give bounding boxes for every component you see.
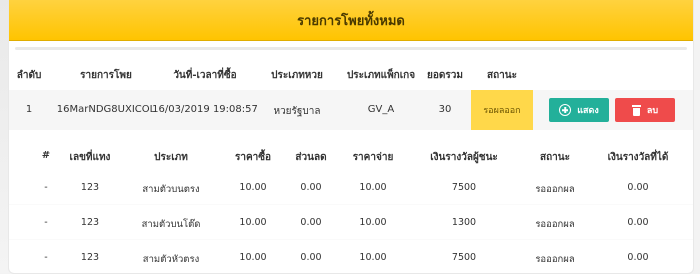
col-slip-header: รายการโพย — [80, 70, 132, 81]
status-badge-label: รอผลออก — [483, 106, 521, 116]
detail-row: - 123 สามตัวหัวตรง 10.00 0.00 10.00 7500… — [9, 239, 693, 273]
col-number-header: เลขที่แทง — [69, 152, 111, 163]
col-lottery-type-header: ประเภทหวย — [271, 70, 323, 81]
detail-hash: - — [44, 217, 48, 228]
table-row[interactable]: 1 16MarNDG8UXICOL 16/03/2019 19:08:57 หว… — [9, 90, 693, 130]
package-type: GV_A — [367, 104, 395, 115]
col-detail-status-header: สถานะ — [540, 152, 570, 163]
detail-hash: - — [44, 182, 48, 193]
row-index: 1 — [25, 104, 33, 115]
detail-price: 10.00 — [239, 182, 267, 193]
col-won-header: เงินรางวัลที่ได้ — [607, 152, 669, 163]
detail-bet-type: สามตัวบนโต๊ด — [141, 219, 201, 230]
detail-discount: 0.00 — [300, 217, 322, 228]
detail-hash: - — [44, 252, 48, 263]
lottery-type: หวยรัฐบาล — [273, 106, 321, 117]
trash-icon — [631, 104, 641, 116]
detail-row: - 123 สามตัวบนตรง 10.00 0.00 10.00 7500 … — [9, 170, 693, 204]
detail-discount: 0.00 — [300, 252, 322, 263]
detail-pay: 10.00 — [359, 182, 387, 193]
detail-status: รอออกผล — [535, 184, 575, 195]
detail-status: รอออกผล — [535, 254, 575, 265]
delete-button-label: ลบ — [646, 106, 659, 116]
col-discount-header: ส่วนลด — [295, 152, 327, 163]
detail-number: 123 — [80, 217, 100, 228]
detail-bet-type: สามตัวบนตรง — [142, 184, 200, 195]
detail-status: รอออกผล — [535, 219, 575, 230]
col-pay-header: ราคาจ่าย — [352, 152, 394, 163]
show-button-label: แสดง — [577, 106, 599, 116]
slip-detail-table: # เลขที่แทง ประเภท ราคาซื้อ ส่วนลด ราคาจ… — [9, 142, 693, 273]
detail-price: 10.00 — [239, 252, 267, 263]
detail-pay: 10.00 — [359, 217, 387, 228]
total-amount: 30 — [438, 104, 452, 115]
col-datetime-header: วันที่-เวลาที่ซื้อ — [173, 70, 237, 81]
col-package-type-header: ประเภทแพ็กเกจ — [346, 70, 416, 81]
detail-price: 10.00 — [239, 217, 267, 228]
slips-table: ลำดับ รายการโพย วันที่-เวลาที่ซื้อ ประเภ… — [9, 62, 693, 130]
detail-won: 0.00 — [627, 182, 649, 193]
col-bet-type-header: ประเภท — [154, 152, 188, 163]
status-badge: รอผลออก — [471, 90, 533, 130]
detail-discount: 0.00 — [300, 182, 322, 193]
detail-prize: 7500 — [451, 182, 477, 193]
delete-button[interactable]: ลบ — [615, 98, 675, 122]
detail-won: 0.00 — [627, 252, 649, 263]
detail-prize: 1300 — [451, 217, 477, 228]
purchase-datetime: 16/03/2019 19:08:57 — [152, 104, 258, 115]
col-index-header: ลำดับ — [16, 70, 42, 81]
circle-plus-icon — [559, 104, 572, 116]
col-prize-header: เงินรางวัลผู้ชนะ — [430, 152, 498, 163]
detail-bet-type: สามตัวหัวตรง — [142, 254, 200, 265]
detail-pay: 10.00 — [359, 252, 387, 263]
col-price-header: ราคาซื้อ — [234, 152, 272, 163]
show-button[interactable]: แสดง — [549, 98, 609, 122]
detail-prize: 7500 — [451, 252, 477, 263]
detail-won: 0.00 — [627, 217, 649, 228]
slip-id: 16MarNDG8UXICOL — [56, 104, 156, 115]
header-divider — [15, 47, 687, 50]
panel-header: รายการโพยทั้งหมด — [9, 0, 693, 41]
slips-table-header: ลำดับ รายการโพย วันที่-เวลาที่ซื้อ ประเภ… — [9, 62, 693, 88]
detail-row: - 123 สามตัวบนโต๊ด 10.00 0.00 10.00 1300… — [9, 204, 693, 239]
slips-panel: รายการโพยทั้งหมด ลำดับ รายการโพย วันที่-… — [8, 0, 694, 274]
detail-number: 123 — [80, 252, 100, 263]
col-hash-header: # — [41, 150, 51, 161]
col-status-header: สถานะ — [487, 70, 517, 81]
panel-title: รายการโพยทั้งหมด — [297, 13, 405, 29]
detail-number: 123 — [80, 182, 100, 193]
detail-table-header: # เลขที่แทง ประเภท ราคาซื้อ ส่วนลด ราคาจ… — [9, 142, 693, 170]
col-total-header: ยอดรวม — [427, 70, 463, 81]
